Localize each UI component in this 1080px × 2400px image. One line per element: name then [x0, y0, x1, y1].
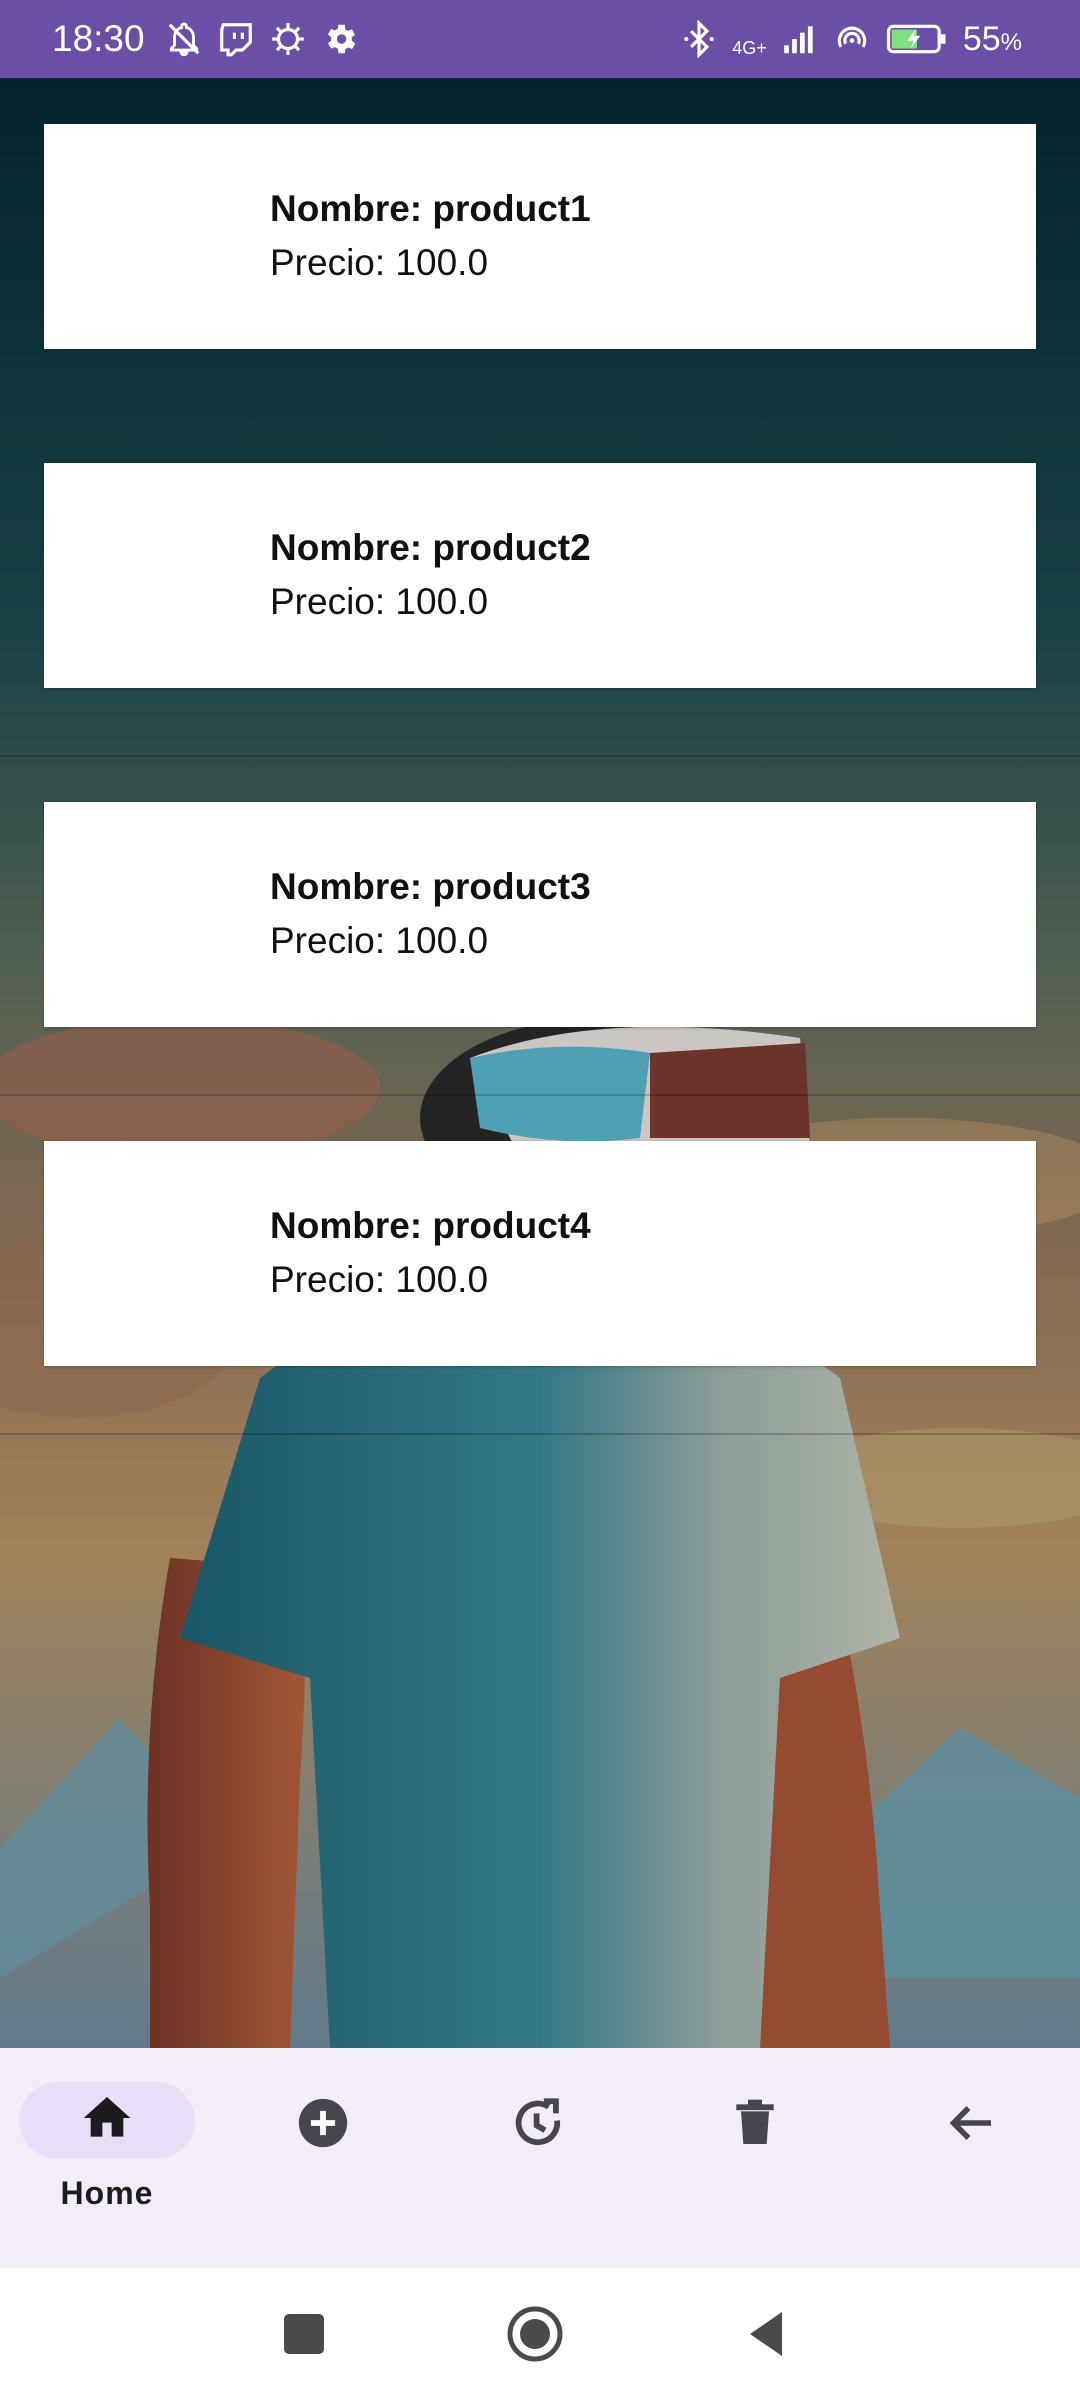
nav-icon-container — [235, 2082, 411, 2168]
nav-label-home: Home — [60, 2175, 154, 2211]
product-name: Nombre: product2 — [270, 527, 591, 568]
home-circle-icon[interactable] — [503, 2302, 567, 2366]
nav-active-indicator — [19, 2082, 195, 2159]
background-image — [0, 78, 1080, 2048]
nav-item-delete[interactable] — [667, 2082, 843, 2212]
product-card[interactable]: Nombre: product4 Precio: 100.0 — [44, 1141, 1036, 1366]
bluetooth-icon — [680, 19, 718, 59]
nav-icon-container — [451, 2082, 627, 2168]
product-name: Nombre: product1 — [270, 188, 591, 229]
battery-percentage: 55% — [962, 19, 1022, 58]
product-price: Precio: 100.0 — [270, 920, 489, 961]
back-triangle-icon[interactable] — [738, 2302, 802, 2366]
nav-item-add[interactable] — [235, 2082, 411, 2212]
product-card[interactable]: Nombre: product1 Precio: 100.0 — [44, 124, 1036, 349]
nav-icon-container — [667, 2082, 843, 2168]
delete-icon — [727, 2095, 783, 2156]
bottom-navigation: Home — [0, 2048, 1080, 2268]
settings-icon — [321, 20, 359, 58]
history-icon — [510, 2094, 568, 2157]
product-card[interactable]: Nombre: product3 Precio: 100.0 — [44, 802, 1036, 1027]
recents-square-icon[interactable] — [272, 2302, 336, 2366]
system-navigation-bar — [0, 2268, 1080, 2400]
product-name: Nombre: product4 — [270, 1205, 591, 1246]
product-price: Precio: 100.0 — [270, 242, 489, 283]
status-time: 18:30 — [52, 18, 145, 59]
product-name: Nombre: product3 — [270, 866, 591, 907]
twitch-icon — [217, 20, 255, 58]
status-bar: 18:30 4G+ 55% — [0, 0, 1080, 78]
nav-item-history[interactable] — [451, 2082, 627, 2212]
status-bar-left: 18:30 — [52, 18, 359, 60]
home-icon — [79, 2090, 135, 2151]
product-card[interactable]: Nombre: product2 Precio: 100.0 — [44, 463, 1036, 688]
arrow-back-icon — [941, 2093, 1001, 2158]
product-price: Precio: 100.0 — [270, 1259, 489, 1300]
bug-icon — [269, 20, 307, 58]
battery-charging-icon — [885, 20, 949, 58]
network-type: 4G+ — [732, 37, 767, 58]
signal-icon — [781, 20, 819, 58]
hotspot-icon — [833, 20, 871, 58]
product-price: Precio: 100.0 — [270, 581, 489, 622]
nav-item-back[interactable] — [883, 2082, 1059, 2212]
nav-icon-container — [883, 2082, 1059, 2168]
status-bar-right: 4G+ 55% — [680, 19, 1022, 59]
notifications-off-icon — [165, 20, 203, 58]
add-circle-icon — [294, 2094, 352, 2157]
nav-item-home[interactable]: Home — [19, 2082, 195, 2212]
